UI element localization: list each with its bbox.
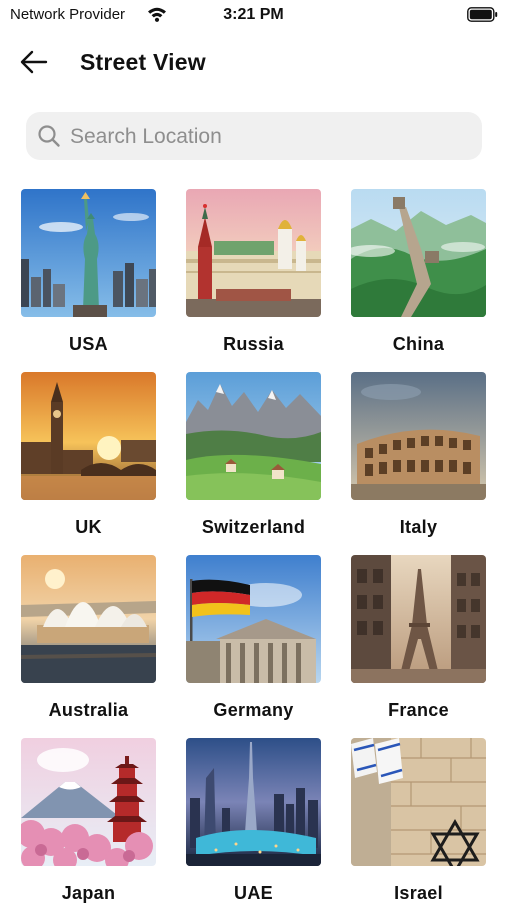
country-label: Switzerland — [201, 517, 306, 537]
country-card-australia[interactable]: Australia — [21, 555, 156, 738]
australia-thumbnail — [21, 555, 156, 683]
battery-icon — [467, 7, 498, 22]
country-label: Germany — [213, 700, 294, 720]
search-bar[interactable] — [26, 112, 482, 162]
uae-thumbnail — [186, 738, 321, 866]
china-thumbnail — [351, 189, 486, 317]
country-card-china[interactable]: China — [351, 189, 486, 372]
status-bar: Network Provider 3:21 PM — [0, 0, 507, 30]
switzerland-thumbnail — [186, 372, 321, 500]
search-icon — [38, 125, 60, 147]
country-label: UAE — [234, 883, 273, 903]
country-label: UK — [75, 517, 102, 537]
italy-thumbnail — [351, 372, 486, 500]
usa-thumbnail — [21, 189, 156, 317]
country-card-switzerland[interactable]: Switzerland — [186, 372, 321, 555]
uk-thumbnail — [21, 372, 156, 500]
country-card-italy[interactable]: Italy — [351, 372, 486, 555]
country-label: Italy — [399, 517, 438, 537]
russia-thumbnail — [186, 189, 321, 317]
country-card-russia[interactable]: Russia — [186, 189, 321, 372]
country-card-france[interactable]: France — [351, 555, 486, 738]
country-label: France — [388, 700, 449, 720]
country-card-uae[interactable]: UAE — [186, 738, 321, 921]
japan-thumbnail — [21, 738, 156, 866]
country-grid: USA Russia China UK Switzerland Italy Au… — [21, 189, 487, 921]
back-arrow-icon[interactable] — [16, 44, 52, 80]
country-label: China — [392, 334, 445, 354]
israel-thumbnail — [351, 738, 486, 866]
country-label: Russia — [223, 334, 284, 354]
clock: 3:21 PM — [223, 6, 284, 23]
country-card-germany[interactable]: Germany — [186, 555, 321, 738]
germany-thumbnail — [186, 555, 321, 683]
search-input[interactable] — [68, 112, 472, 162]
country-label: Israel — [394, 883, 443, 903]
france-thumbnail — [351, 555, 486, 683]
country-card-usa[interactable]: USA — [21, 189, 156, 372]
country-card-uk[interactable]: UK — [21, 372, 156, 555]
app-bar: Street View — [0, 40, 507, 84]
country-card-israel[interactable]: Israel — [351, 738, 486, 921]
country-label: USA — [69, 334, 108, 354]
country-label: Australia — [48, 700, 129, 720]
country-card-japan[interactable]: Japan — [21, 738, 156, 921]
page-title: Street View — [80, 49, 206, 75]
country-label: Japan — [61, 883, 116, 903]
